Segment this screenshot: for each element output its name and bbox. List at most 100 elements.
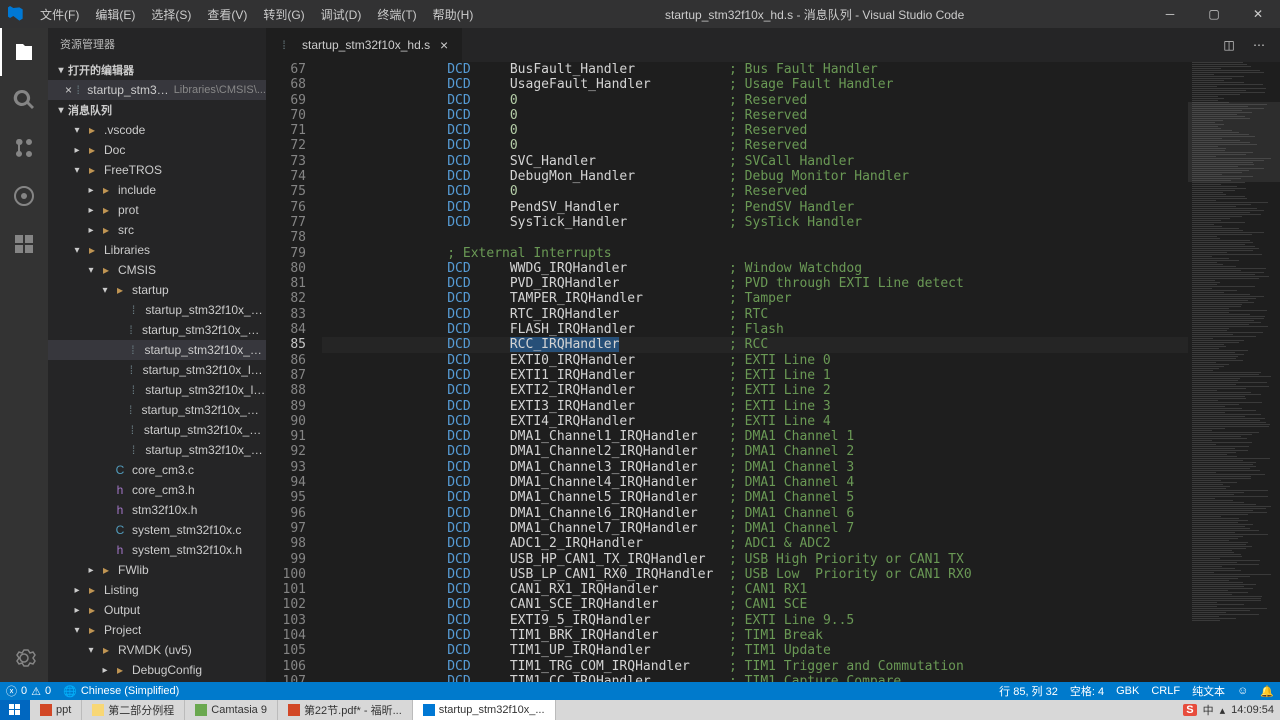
workspace-label: 消息队列 bbox=[68, 102, 112, 118]
chevron-icon: ▾ bbox=[84, 265, 98, 276]
file-item[interactable]: ⁞startup_stm32f10x_xl.s bbox=[48, 440, 266, 460]
folder-item[interactable]: ▸▸include bbox=[48, 180, 266, 200]
explorer-tab[interactable] bbox=[0, 28, 48, 76]
chevron-icon: ▾ bbox=[70, 125, 84, 136]
menu-item[interactable]: 文件(F) bbox=[32, 0, 87, 28]
search-tab[interactable] bbox=[0, 76, 48, 124]
tray-caret-icon[interactable]: ▴ bbox=[1220, 704, 1226, 717]
folder-item[interactable]: ▾▸Libraries bbox=[48, 240, 266, 260]
file-item[interactable]: ⁞startup_stm32f10x_md.s bbox=[48, 420, 266, 440]
taskbar-item[interactable]: 第二部分例程 bbox=[82, 700, 185, 720]
folder-item[interactable]: ▾▸CMSIS bbox=[48, 260, 266, 280]
file-item[interactable]: ⁞startup_stm32f10x_hd_vl.s bbox=[48, 320, 266, 340]
menu-item[interactable]: 终端(T) bbox=[369, 0, 424, 28]
split-editor-button[interactable]: ◫ bbox=[1218, 34, 1240, 56]
tree-label: startup_stm32f10x_md_vl.s bbox=[141, 403, 266, 417]
ime-lang-icon[interactable]: 中 bbox=[1203, 702, 1214, 718]
chevron-icon: ▸ bbox=[98, 665, 112, 676]
file-item[interactable]: hstm32f10x.h bbox=[48, 500, 266, 520]
taskbar-label: 第二部分例程 bbox=[108, 702, 174, 718]
folder-icon: ▸ bbox=[112, 282, 128, 298]
open-editors-section[interactable]: ▾打开的编辑器 bbox=[48, 60, 266, 80]
asm-icon: ⁞ bbox=[124, 362, 138, 378]
debug-tab[interactable] bbox=[0, 172, 48, 220]
folder-item[interactable]: ▸▸prot bbox=[48, 200, 266, 220]
file-item[interactable]: ⁞startup_stm32f10x_ld.s bbox=[48, 380, 266, 400]
file-item[interactable]: Csystem_stm32f10x.c bbox=[48, 520, 266, 540]
tree-label: system_stm32f10x.c bbox=[132, 523, 241, 537]
status-cursor-pos[interactable]: 行 85, 列 32 bbox=[993, 682, 1064, 700]
status-feedback-icon[interactable]: ☺ bbox=[1231, 682, 1254, 700]
c-icon: C bbox=[112, 522, 128, 538]
tree-label: include bbox=[118, 183, 156, 197]
file-item[interactable]: ⁞startup_stm32f10x_ld_vl.s bbox=[48, 360, 266, 380]
menu-item[interactable]: 帮助(H) bbox=[425, 0, 482, 28]
folder-item[interactable]: ▸▸FWlib bbox=[48, 560, 266, 580]
asm-file-icon: ⁞ bbox=[276, 37, 292, 53]
tray-clock[interactable]: 14:09:54 bbox=[1231, 704, 1274, 716]
menu-item[interactable]: 调试(D) bbox=[313, 0, 370, 28]
open-editor-filename: startup_stm32f10x_hd.s bbox=[87, 83, 169, 97]
status-encoding[interactable]: GBK bbox=[1110, 682, 1145, 700]
folder-item[interactable]: ▾▸FreeTROS bbox=[48, 160, 266, 180]
folder-item[interactable]: ▸▸Output bbox=[48, 600, 266, 620]
tab-label: startup_stm32f10x_hd.s bbox=[302, 38, 430, 52]
start-button[interactable] bbox=[0, 700, 30, 720]
code-content[interactable]: DCD BusFault_Handler ; Bus Fault Handler… bbox=[322, 62, 1188, 682]
menu-item[interactable]: 选择(S) bbox=[143, 0, 199, 28]
folder-item[interactable]: ▾▸.vscode bbox=[48, 120, 266, 140]
status-filetype[interactable]: 纯文本 bbox=[1186, 682, 1231, 700]
settings-gear-icon[interactable] bbox=[0, 634, 48, 682]
status-indent[interactable]: 空格: 4 bbox=[1064, 682, 1110, 700]
folder-item[interactable]: ▸▸Doc bbox=[48, 140, 266, 160]
tab-close-button[interactable]: × bbox=[436, 37, 452, 53]
status-bell-icon[interactable]: 🔔 bbox=[1254, 682, 1280, 700]
maximize-button[interactable]: ▢ bbox=[1192, 0, 1236, 28]
more-actions-button[interactable]: ⋯ bbox=[1248, 34, 1270, 56]
status-eol[interactable]: CRLF bbox=[1145, 682, 1186, 700]
minimize-button[interactable]: ─ bbox=[1148, 0, 1192, 28]
tree-label: startup_stm32f10x_hd.s bbox=[144, 343, 266, 357]
tree-label: Listing bbox=[104, 583, 139, 597]
taskbar-item[interactable]: Camtasia 9 bbox=[185, 700, 278, 720]
close-button[interactable]: ✕ bbox=[1236, 0, 1280, 28]
taskbar-item[interactable]: ppt bbox=[30, 700, 82, 720]
folder-icon: ▸ bbox=[84, 142, 100, 158]
file-item[interactable]: ⁞startup_stm32f10x_hd.s bbox=[48, 340, 266, 360]
taskbar-label: Camtasia 9 bbox=[211, 704, 267, 716]
menu-item[interactable]: 编辑(E) bbox=[87, 0, 143, 28]
status-language[interactable]: 🌐 Chinese (Simplified) bbox=[57, 682, 185, 700]
code-editor[interactable]: 6768697071727374757677787980818283848586… bbox=[266, 62, 1280, 682]
folder-item[interactable]: ▸▸DebugConfig bbox=[48, 660, 266, 680]
chevron-icon: ▾ bbox=[98, 285, 112, 296]
source-control-tab[interactable] bbox=[0, 124, 48, 172]
taskbar-item[interactable]: 第22节.pdf* - 福昕... bbox=[278, 700, 413, 720]
asm-file-icon: ⁞ bbox=[73, 82, 83, 98]
chevron-icon: ▸ bbox=[84, 205, 98, 216]
taskbar-item[interactable]: startup_stm32f10x_... bbox=[413, 700, 556, 720]
folder-icon: ▸ bbox=[84, 162, 100, 178]
folder-item[interactable]: ▾▸Project bbox=[48, 620, 266, 640]
workspace-section[interactable]: ▾消息队列 bbox=[48, 100, 266, 120]
activity-bar bbox=[0, 28, 48, 682]
file-item[interactable]: ⁞startup_stm32f10x_cl.s bbox=[48, 300, 266, 320]
folder-icon: ▸ bbox=[84, 582, 100, 598]
folder-item[interactable]: ▸▸Listing bbox=[48, 580, 266, 600]
folder-item[interactable]: ▾▸RVMDK (uv5) bbox=[48, 640, 266, 660]
file-item[interactable]: hcore_cm3.h bbox=[48, 480, 266, 500]
file-tree[interactable]: ▾打开的编辑器 × ⁞ startup_stm32f10x_hd.s Libra… bbox=[48, 60, 266, 682]
ime-indicator[interactable]: S bbox=[1183, 704, 1196, 716]
extensions-tab[interactable] bbox=[0, 220, 48, 268]
folder-item[interactable]: ▸▸src bbox=[48, 220, 266, 240]
file-item[interactable]: Ccore_cm3.c bbox=[48, 460, 266, 480]
status-errors[interactable]: ⓧ 0 ⚠ 0 bbox=[0, 682, 57, 700]
open-editor-item[interactable]: × ⁞ startup_stm32f10x_hd.s Libraries\CMS… bbox=[48, 80, 266, 100]
system-tray[interactable]: S 中 ▴ 14:09:54 bbox=[1177, 702, 1280, 718]
menu-item[interactable]: 查看(V) bbox=[199, 0, 255, 28]
minimap[interactable] bbox=[1188, 62, 1280, 682]
menu-item[interactable]: 转到(G) bbox=[255, 0, 312, 28]
file-item[interactable]: ⁞startup_stm32f10x_md_vl.s bbox=[48, 400, 266, 420]
editor-tab[interactable]: ⁞ startup_stm32f10x_hd.s × bbox=[266, 28, 463, 62]
file-item[interactable]: hsystem_stm32f10x.h bbox=[48, 540, 266, 560]
folder-item[interactable]: ▾▸startup bbox=[48, 280, 266, 300]
